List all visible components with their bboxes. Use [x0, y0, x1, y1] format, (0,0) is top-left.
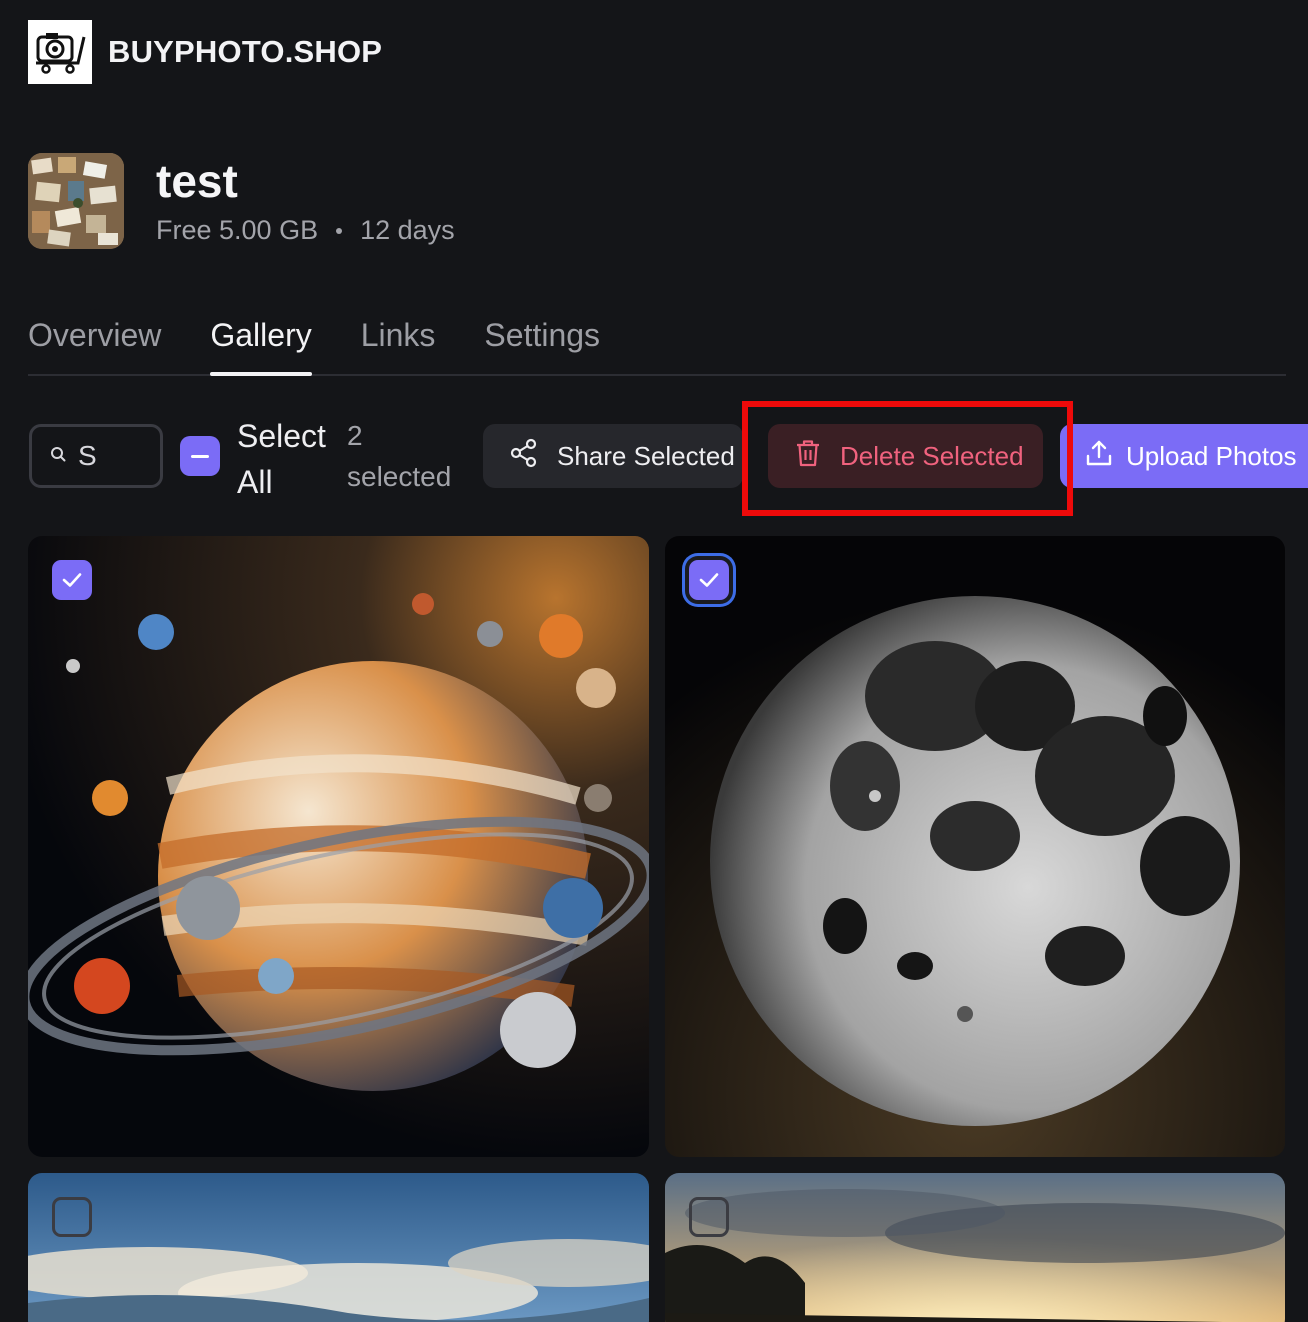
- planets-image: [28, 536, 649, 1157]
- photo-checkbox[interactable]: [52, 1197, 92, 1237]
- album-info: test Free 5.00 GB 12 days: [156, 153, 455, 246]
- photo-card[interactable]: [28, 1173, 649, 1322]
- share-icon: [509, 438, 539, 475]
- sky-image: [28, 1173, 649, 1322]
- select-all-label[interactable]: Select All: [237, 413, 337, 505]
- storage-info: Free 5.00 GB: [156, 215, 319, 245]
- share-selected-button[interactable]: Share Selected: [483, 424, 743, 488]
- moon-image: [665, 536, 1285, 1157]
- check-icon: [699, 573, 719, 587]
- search-input[interactable]: [78, 440, 138, 472]
- separator-dot: [336, 227, 343, 234]
- sunset-image: [665, 1173, 1285, 1322]
- trash-icon: [794, 438, 822, 475]
- photo-card[interactable]: [665, 536, 1285, 1157]
- expiry-info: 12 days: [360, 215, 455, 245]
- tab-links[interactable]: Links: [361, 310, 436, 374]
- brand[interactable]: BUYPHOTO.SHOP: [28, 20, 382, 84]
- tab-settings[interactable]: Settings: [484, 310, 600, 374]
- album-meta: Free 5.00 GB 12 days: [156, 215, 455, 246]
- tab-gallery[interactable]: Gallery: [210, 310, 313, 376]
- search-icon: [50, 446, 66, 467]
- album-title: test: [156, 155, 238, 207]
- upload-photos-button[interactable]: Upload Photos: [1060, 424, 1308, 488]
- photo-checkbox[interactable]: [689, 560, 729, 600]
- delete-selected-button[interactable]: Delete Selected: [768, 424, 1043, 488]
- check-icon: [62, 573, 82, 587]
- upload-label: Upload Photos: [1126, 440, 1297, 471]
- delete-label: Delete Selected: [840, 440, 1024, 471]
- share-label: Share Selected: [557, 440, 735, 471]
- tab-bar: Overview Gallery Links Settings: [28, 310, 1286, 376]
- album-header: test Free 5.00 GB 12 days: [28, 153, 455, 249]
- upload-icon: [1084, 438, 1114, 475]
- photo-card[interactable]: [665, 1173, 1285, 1322]
- search-box[interactable]: [29, 424, 163, 488]
- brand-name: BUYPHOTO.SHOP: [108, 34, 383, 69]
- camera-cart-icon: [28, 20, 92, 84]
- photo-checkbox[interactable]: [689, 1197, 729, 1237]
- selected-count: 2 selected: [347, 420, 452, 492]
- album-thumbnail: [28, 153, 124, 249]
- tab-overview[interactable]: Overview: [28, 310, 161, 374]
- photo-checkbox[interactable]: [52, 560, 92, 600]
- minus-icon: [191, 454, 209, 458]
- select-all-checkbox[interactable]: [180, 436, 220, 476]
- photo-card[interactable]: [28, 536, 649, 1157]
